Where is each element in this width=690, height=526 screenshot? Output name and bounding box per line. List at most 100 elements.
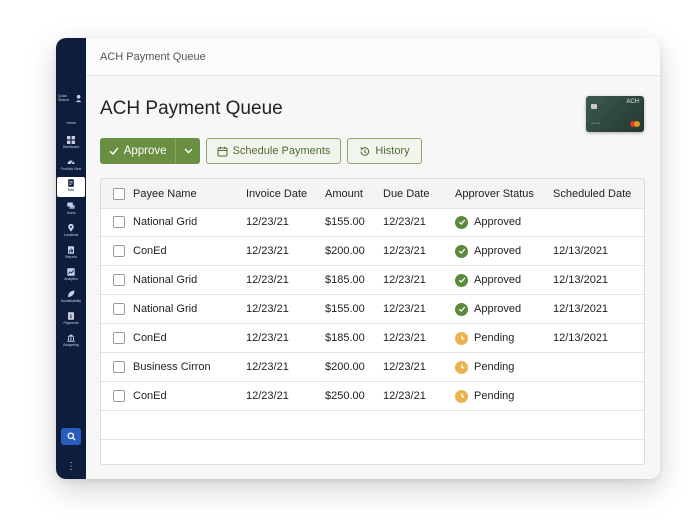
approver-status: Pending xyxy=(455,382,514,410)
quick-search-label: Quick Search xyxy=(58,94,70,102)
scheduled-date: 12/13/2021 xyxy=(553,303,609,315)
row-checkbox[interactable] xyxy=(113,390,125,402)
chevron-down-icon xyxy=(184,148,193,154)
column-header[interactable]: Amount xyxy=(325,179,363,208)
sidebar-search-button[interactable] xyxy=(61,428,81,445)
quick-search[interactable]: Quick Search xyxy=(56,92,86,108)
sidebar-item-reports[interactable]: Reports xyxy=(57,244,85,264)
sidebar-item-dashboard[interactable]: Dashboard xyxy=(57,134,85,154)
payee-name: National Grid xyxy=(133,303,198,315)
column-header[interactable]: Scheduled Date xyxy=(553,179,631,208)
amount: $185.00 xyxy=(325,332,365,344)
column-header[interactable]: Due Date xyxy=(383,179,429,208)
breadcrumb: ACH Payment Queue xyxy=(100,51,206,63)
status-label: Pending xyxy=(474,361,515,373)
history-label: History xyxy=(375,145,410,157)
row-checkbox[interactable] xyxy=(113,245,125,257)
sidebar-item-label: Sustainability xyxy=(61,299,81,303)
approver-status: Pending xyxy=(455,353,514,381)
payee-name: National Grid xyxy=(133,274,198,286)
row-select-cell xyxy=(101,237,135,265)
status-icon xyxy=(455,273,468,287)
scheduled-date: 12/13/2021 xyxy=(553,332,609,344)
card-label: ACH xyxy=(626,99,639,105)
check-circle-icon xyxy=(458,277,465,283)
grid-icon xyxy=(67,136,75,144)
clock-icon xyxy=(460,393,464,398)
dollar-document-icon: $ xyxy=(68,312,74,320)
approver-status: Approved xyxy=(455,295,521,323)
column-header[interactable]: Invoice Date xyxy=(246,179,307,208)
status-label: Pending xyxy=(474,390,515,402)
sidebar-item-portfolio-view[interactable]: Portfolio View xyxy=(57,156,85,176)
approve-button[interactable]: Approve xyxy=(100,138,175,164)
check-icon xyxy=(109,147,119,156)
leaf-icon xyxy=(68,290,75,297)
sidebar-item-users[interactable]: Users xyxy=(57,200,85,220)
sidebar-item-locations[interactable]: Locations xyxy=(57,222,85,242)
invoice-date: 12/23/21 xyxy=(246,390,289,402)
ach-card-image: ACH •••• •••• xyxy=(586,96,644,132)
table-row[interactable]: ConEd 12/23/21 $250.00 12/23/21 Pending xyxy=(101,382,644,411)
row-checkbox[interactable] xyxy=(113,303,125,315)
table-row[interactable]: ConEd 12/23/21 $185.00 12/23/21 Pending 12/13… xyxy=(101,324,644,353)
row-select-cell xyxy=(101,208,135,236)
sidebar-home[interactable]: Home xyxy=(56,121,86,125)
history-button[interactable]: History xyxy=(347,138,422,164)
sidebar-item-bills[interactable]: Bills xyxy=(57,177,85,197)
status-icon xyxy=(455,389,468,403)
row-checkbox[interactable] xyxy=(113,332,125,344)
payee-name: ConEd xyxy=(133,332,167,344)
app-window: Quick Search Home Dashboard Portfolio Vi… xyxy=(56,38,660,479)
more-vertical-icon[interactable]: ⋮ xyxy=(56,462,86,472)
row-checkbox[interactable] xyxy=(113,216,125,228)
status-label: Pending xyxy=(474,332,515,344)
chat-icon xyxy=(67,202,75,209)
due-date: 12/23/21 xyxy=(383,274,426,286)
amount: $155.00 xyxy=(325,303,365,315)
select-all-checkbox[interactable] xyxy=(113,187,125,200)
sidebar-item-payments[interactable]: $ Payments xyxy=(57,310,85,330)
svg-text:$: $ xyxy=(69,314,72,320)
row-select-cell xyxy=(101,266,135,294)
table-row[interactable]: National Grid 12/23/21 $155.00 12/23/21 Appr… xyxy=(101,295,644,324)
row-select-cell xyxy=(101,353,135,381)
schedule-payments-button[interactable]: Schedule Payments xyxy=(206,138,341,164)
empty-table-row xyxy=(101,411,644,440)
sidebar-item-label: Dashboard xyxy=(62,145,80,149)
table-row[interactable]: National Grid 12/23/21 $155.00 12/23/21 Appr… xyxy=(101,208,644,237)
payee-name: Business Cirron xyxy=(133,361,211,373)
approver-status: Approved xyxy=(455,208,521,236)
column-header[interactable]: Payee Name xyxy=(133,179,197,208)
sidebar-item-label: Payments xyxy=(63,321,79,325)
page-title: ACH Payment Queue xyxy=(100,98,283,119)
row-checkbox[interactable] xyxy=(113,274,125,286)
sidebar-item-label: Analytics xyxy=(64,277,78,281)
sidebar-item-label: Locations xyxy=(63,233,79,237)
card-chip-icon xyxy=(591,104,597,109)
table-row[interactable]: ConEd 12/23/21 $200.00 12/23/21 Approved 12/1… xyxy=(101,237,644,266)
top-bar: ACH Payment Queue xyxy=(86,38,660,76)
status-icon xyxy=(455,215,468,229)
approve-dropdown-button[interactable] xyxy=(175,138,200,164)
card-number: •••• •••• xyxy=(591,121,601,125)
check-circle-icon xyxy=(458,248,465,254)
sidebar-item-sustainability[interactable]: Sustainability xyxy=(57,288,85,308)
gauge-icon xyxy=(67,160,75,165)
search-icon xyxy=(66,432,76,441)
invoice-date: 12/23/21 xyxy=(246,245,289,257)
invoice-date: 12/23/21 xyxy=(246,216,289,228)
sidebar-item-label: Portfolio View xyxy=(60,167,82,171)
sidebar-item-budgeting[interactable]: Budgeting xyxy=(57,332,85,352)
table-row[interactable]: Business Cirron 12/23/21 $200.00 12/23/21 Pe… xyxy=(101,353,644,382)
row-select-cell xyxy=(101,382,135,410)
row-checkbox[interactable] xyxy=(113,361,125,373)
due-date: 12/23/21 xyxy=(383,332,426,344)
sidebar-item-label: Users xyxy=(66,211,76,215)
column-header[interactable]: Approver Status xyxy=(455,179,534,208)
invoice-date: 12/23/21 xyxy=(246,303,289,315)
pin-icon xyxy=(68,224,74,232)
sidebar-item-analytics[interactable]: Analytics xyxy=(57,266,85,286)
table-row[interactable]: National Grid 12/23/21 $185.00 12/23/21 Appr… xyxy=(101,266,644,295)
amount: $200.00 xyxy=(325,245,365,257)
